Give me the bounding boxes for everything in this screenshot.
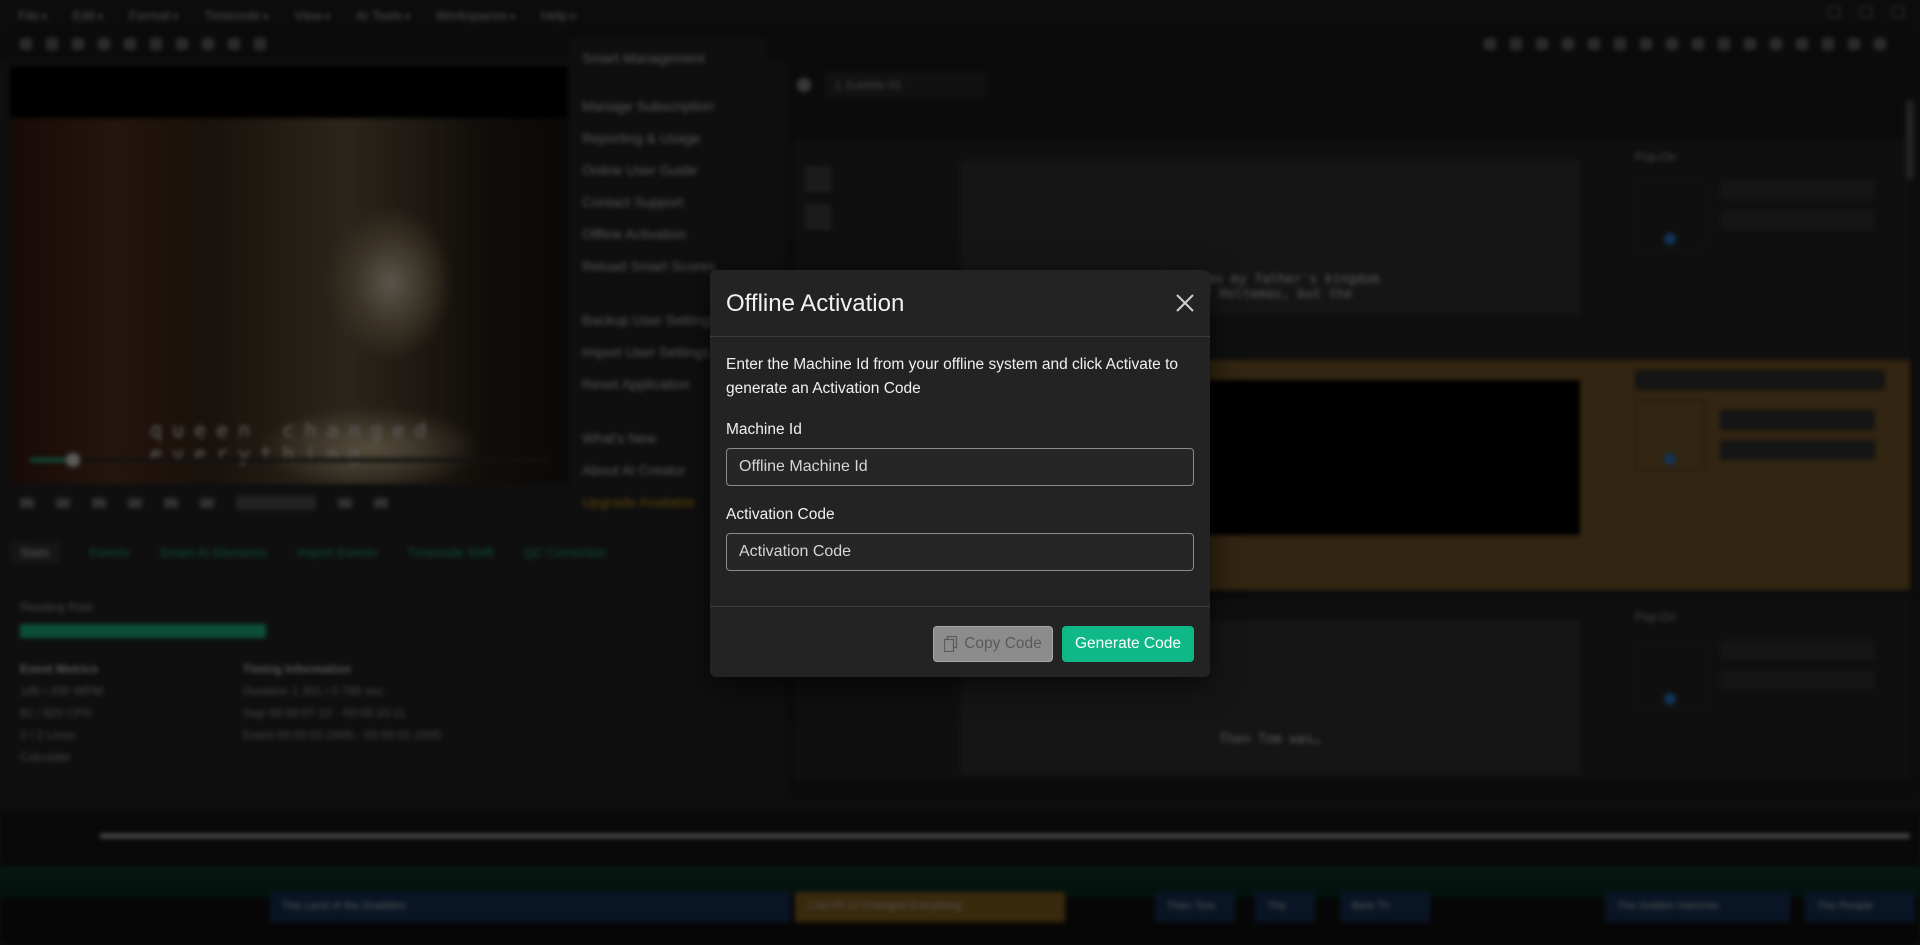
close-button[interactable] xyxy=(1172,290,1198,316)
dialog-title: Offline Activation xyxy=(726,290,905,317)
dialog-footer: Copy Code Generate Code xyxy=(710,606,1210,677)
clipboard-icon xyxy=(944,636,958,652)
machine-id-input[interactable] xyxy=(726,448,1194,486)
copy-code-label: Copy Code xyxy=(964,635,1042,652)
copy-code-button[interactable]: Copy Code xyxy=(933,626,1053,662)
dialog-body: Enter the Machine Id from your offline s… xyxy=(726,353,1194,571)
offline-activation-dialog: Offline Activation Enter the Machine Id … xyxy=(710,270,1210,677)
generate-code-label: Generate Code xyxy=(1075,635,1181,652)
machine-id-label: Machine Id xyxy=(726,421,802,438)
generate-code-button[interactable]: Generate Code xyxy=(1062,626,1194,662)
dialog-description: Enter the Machine Id from your offline s… xyxy=(726,356,1179,397)
close-icon xyxy=(1176,294,1194,312)
activation-code-label: Activation Code xyxy=(726,506,835,523)
activation-code-input[interactable] xyxy=(726,533,1194,571)
dialog-header: Offline Activation xyxy=(710,270,1210,337)
